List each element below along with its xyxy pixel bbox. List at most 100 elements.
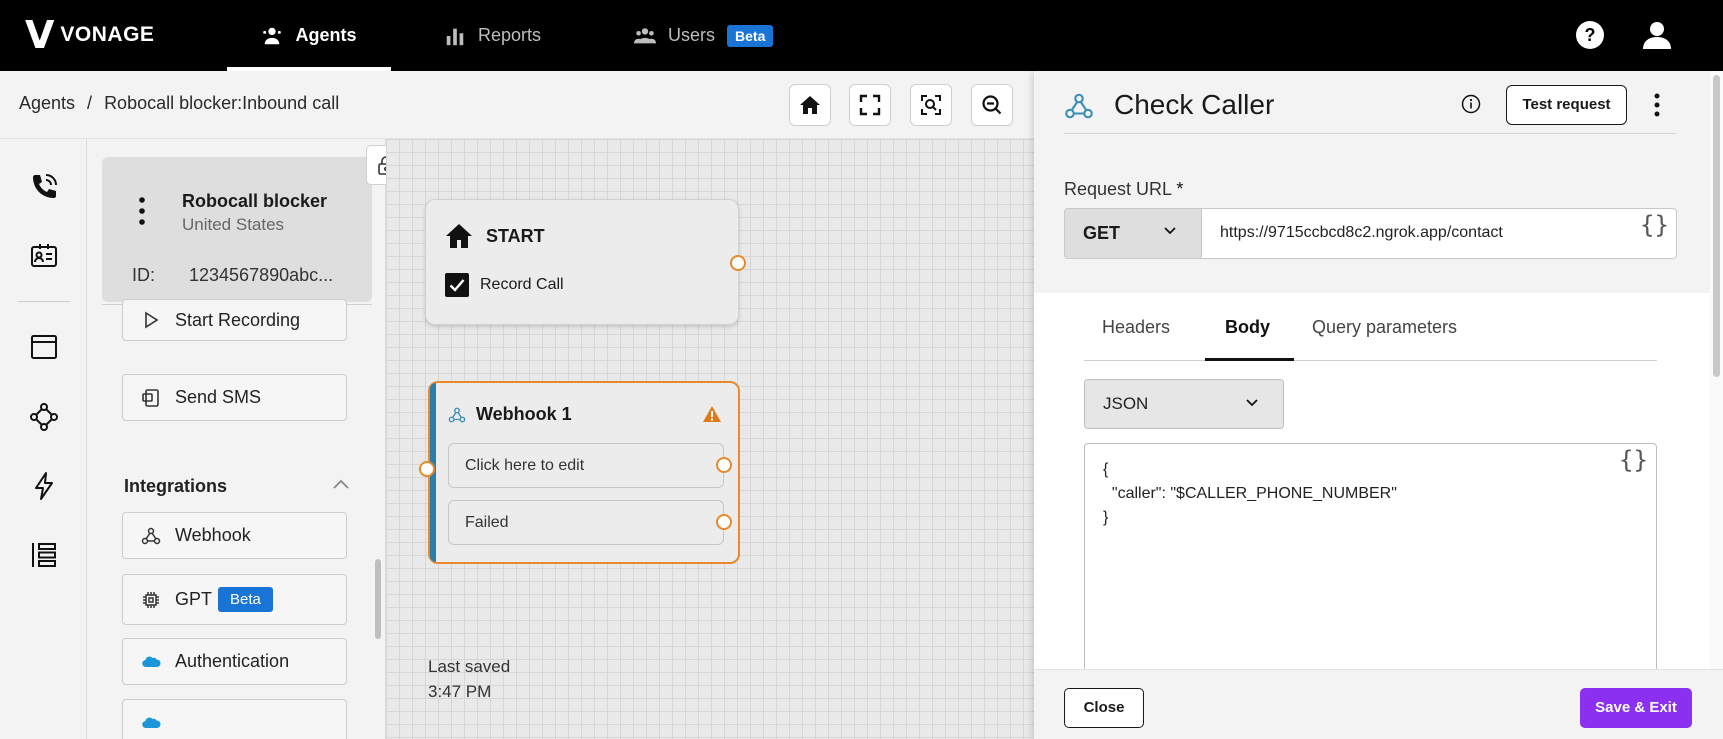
start-node-title: START: [486, 226, 545, 246]
vonage-logo[interactable]: V VONAGE: [25, 16, 155, 54]
last-saved-time: 3:47 PM: [428, 682, 492, 701]
http-method-select[interactable]: GET: [1064, 208, 1202, 259]
drawer-footer: Close Save & Exit: [1034, 669, 1723, 739]
rail-divider: [18, 301, 70, 302]
start-node[interactable]: START Record Call: [425, 199, 746, 325]
webhook-icon: [1065, 93, 1093, 119]
request-tabs: Headers Body Query parameters: [1084, 293, 1657, 361]
integrations-section-title: Integrations: [124, 476, 228, 496]
start-output-port[interactable]: [730, 255, 746, 271]
salesforce-cloud-icon: [142, 656, 161, 667]
contact-card-icon[interactable]: [28, 240, 60, 272]
breadcrumb-separator: /: [87, 93, 93, 113]
agent-name: Robocall blocker: [182, 191, 328, 211]
zoom-out-icon: [982, 95, 1002, 115]
send-sms-button[interactable]: Send SMS: [122, 374, 347, 421]
vonage-logo-text: VONAGE: [60, 23, 155, 46]
help-icon[interactable]: ?: [1575, 20, 1605, 50]
webhook-icon: [448, 407, 466, 423]
request-body-editor[interactable]: { "caller": "$CALLER_PHONE_NUMBER" }: [1084, 443, 1657, 683]
webhook-button[interactable]: Webhook: [122, 512, 347, 559]
top-navigation: V VONAGE Agents Reports Users Beta ?: [0, 0, 1723, 71]
play-icon: [145, 311, 159, 329]
webhook-failed-port[interactable]: [716, 514, 732, 530]
breadcrumb-current: Robocall blocker:Inbound call: [104, 93, 340, 113]
webhook-config-drawer: Check Caller Test request Request URL * …: [1034, 71, 1723, 739]
drawer-header: Check Caller Test request Request URL * …: [1034, 71, 1723, 293]
gpt-beta-badge: Beta: [218, 587, 273, 612]
test-request-button[interactable]: Test request: [1506, 85, 1627, 125]
url-variables-icon[interactable]: {}: [1640, 211, 1669, 239]
tab-headers[interactable]: Headers: [1102, 317, 1170, 338]
home-view-button[interactable]: [789, 84, 831, 126]
webhook-edit-row[interactable]: Click here to edit: [448, 443, 724, 488]
chevron-down-icon: [1246, 399, 1258, 407]
body-variables-icon[interactable]: {}: [1619, 446, 1648, 474]
webhook-node[interactable]: Webhook 1 Click here to edit Failed: [419, 381, 740, 564]
beta-badge: Beta: [727, 24, 774, 47]
zoom-fit-button[interactable]: [910, 84, 952, 126]
chip-icon: [143, 591, 159, 608]
flow-canvas[interactable]: START Record Call Webhook 1 Click here t…: [386, 139, 1034, 739]
drawer-header-divider: [1064, 133, 1676, 134]
start-recording-label: Start Recording: [175, 309, 301, 330]
collapse-chevron-icon[interactable]: [332, 478, 350, 490]
tab-body[interactable]: Body: [1225, 317, 1270, 338]
breadcrumb: Agents / Robocall blocker:Inbound call: [19, 93, 339, 114]
webhook-success-port[interactable]: [716, 457, 732, 473]
home-icon: [800, 96, 820, 114]
agent-card: Robocall blocker United States ID: 12345…: [102, 157, 372, 302]
tab-query-parameters[interactable]: Query parameters: [1312, 317, 1457, 338]
webhook-failed-row[interactable]: Failed: [448, 500, 724, 545]
body-format-select[interactable]: JSON: [1084, 379, 1284, 429]
more-options-icon[interactable]: [1654, 93, 1660, 117]
close-button[interactable]: Close: [1064, 688, 1144, 728]
sms-icon: [142, 388, 159, 407]
left-icon-rail: [0, 139, 87, 739]
request-url-input[interactable]: https://9715ccbcd8c2.ngrok.app/contact: [1202, 208, 1677, 259]
info-icon[interactable]: [1461, 94, 1481, 114]
start-recording-button[interactable]: Start Recording: [122, 299, 347, 341]
gpt-button[interactable]: GPT Beta: [122, 574, 347, 625]
webhook-input-port[interactable]: [419, 461, 435, 477]
chevron-down-icon: [1164, 227, 1176, 235]
body-format-value: JSON: [1103, 394, 1149, 413]
authentication-label: Authentication: [175, 651, 290, 671]
panel-scrollbar[interactable]: [375, 559, 381, 639]
zoom-fit-icon: [921, 95, 941, 115]
lightning-icon[interactable]: [28, 470, 60, 502]
required-asterisk: *: [1176, 179, 1184, 199]
breadcrumb-agents-link[interactable]: Agents: [19, 93, 75, 114]
nav-reports[interactable]: Reports: [444, 0, 541, 71]
nav-users[interactable]: Users Beta: [634, 0, 774, 71]
window-icon[interactable]: [28, 331, 60, 363]
drawer-scrollbar-thumb[interactable]: [1713, 75, 1720, 377]
phone-call-icon[interactable]: [28, 171, 60, 203]
active-tab-indicator: [1205, 358, 1294, 361]
agent-menu-icon[interactable]: [139, 197, 145, 225]
users-icon: [634, 27, 656, 43]
nodes-icon[interactable]: [28, 401, 60, 433]
nav-reports-label: Reports: [478, 25, 542, 45]
agent-country: United States: [182, 215, 285, 234]
user-profile-icon[interactable]: [1642, 20, 1672, 50]
send-sms-label: Send SMS: [175, 387, 262, 407]
nav-users-label: Users: [668, 25, 716, 45]
request-url-label-text: Request URL: [1064, 179, 1172, 199]
hierarchy-icon[interactable]: [28, 539, 60, 571]
integration-button-partial[interactable]: [122, 699, 347, 739]
fullscreen-button[interactable]: [849, 84, 891, 126]
svg-text:?: ?: [1585, 25, 1596, 45]
nav-agents-label: Agents: [295, 25, 357, 45]
last-saved-status: Last saved 3:47 PM: [428, 654, 510, 704]
record-call-checkbox[interactable]: [445, 273, 469, 297]
webhook-node-title: Webhook 1: [476, 404, 572, 424]
checkmark-icon: [449, 279, 465, 292]
last-saved-label: Last saved: [428, 657, 511, 676]
authentication-button[interactable]: Authentication: [122, 638, 347, 685]
save-and-exit-button[interactable]: Save & Exit: [1580, 688, 1692, 728]
gpt-label: GPT: [175, 589, 213, 609]
nav-agents[interactable]: Agents: [227, 0, 391, 71]
drawer-scrollbar[interactable]: [1710, 71, 1723, 669]
zoom-out-button[interactable]: [971, 84, 1013, 126]
